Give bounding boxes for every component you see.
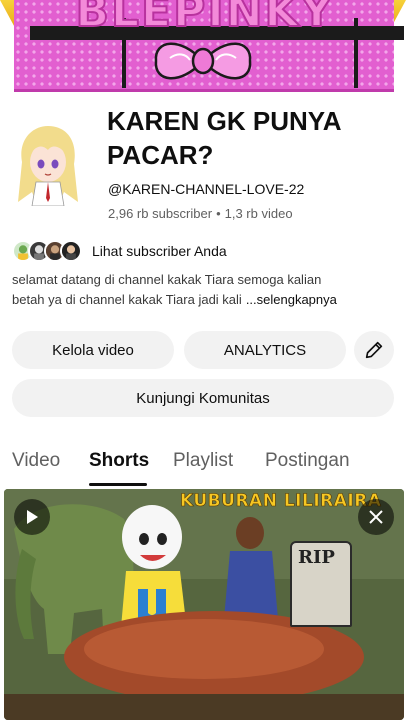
channel-handle: @KAREN-CHANNEL-LOVE-22	[108, 181, 305, 197]
bow-icon	[154, 42, 252, 80]
edit-channel-button[interactable]	[354, 331, 394, 369]
tab-video[interactable]: Video	[12, 450, 60, 472]
close-button[interactable]	[358, 499, 394, 535]
active-tab-indicator	[89, 483, 147, 486]
tab-playlist[interactable]: Playlist	[173, 450, 233, 472]
channel-avatar[interactable]	[12, 122, 84, 206]
view-subscribers-link[interactable]: Lihat subscriber Anda	[12, 238, 227, 264]
rip-sign-text: RIP	[298, 547, 335, 568]
play-icon	[27, 510, 38, 524]
channel-stats: 2,96 rb subscriber • 1,3 rb video	[108, 206, 293, 221]
analytics-button[interactable]: ANALYTICS	[184, 331, 346, 369]
read-more-link[interactable]: ...selengkapnya	[246, 292, 337, 307]
video-count: 1,3 rb video	[224, 206, 293, 221]
description-line-1: selamat datang di channel kakak Tiara se…	[12, 272, 322, 287]
view-subscribers-label: Lihat subscriber Anda	[92, 243, 227, 259]
stats-separator: •	[216, 206, 221, 221]
description-text: betah ya di channel kakak Tiara jadi kal…	[12, 292, 242, 307]
banner-text: BLEPINKY	[74, 0, 335, 37]
description-line-2: betah ya di channel kakak Tiara jadi kal…	[12, 290, 396, 310]
visit-community-button[interactable]: Kunjungi Komunitas	[12, 379, 394, 417]
channel-description[interactable]: selamat datang di channel kakak Tiara se…	[12, 272, 396, 310]
tab-shorts[interactable]: Shorts	[89, 450, 149, 472]
channel-banner: BLEPINKY	[0, 0, 406, 98]
rip-sign: RIP	[290, 541, 352, 627]
manage-videos-button[interactable]: Kelola video	[12, 331, 174, 369]
close-icon	[369, 510, 383, 524]
channel-name: KAREN GK PUNYA PACAR?	[107, 106, 341, 170]
tab-postingan[interactable]: Postingan	[265, 450, 350, 472]
subscriber-count: 2,96 rb subscriber	[108, 206, 213, 221]
pencil-icon	[365, 341, 383, 359]
subscriber-avatar	[60, 240, 82, 262]
short-video-thumbnail[interactable]: RIP KUBURAN LILIRAIRA	[4, 489, 404, 720]
channel-tabs: Video Shorts Playlist Postingan	[0, 440, 406, 486]
play-button[interactable]	[14, 499, 50, 535]
